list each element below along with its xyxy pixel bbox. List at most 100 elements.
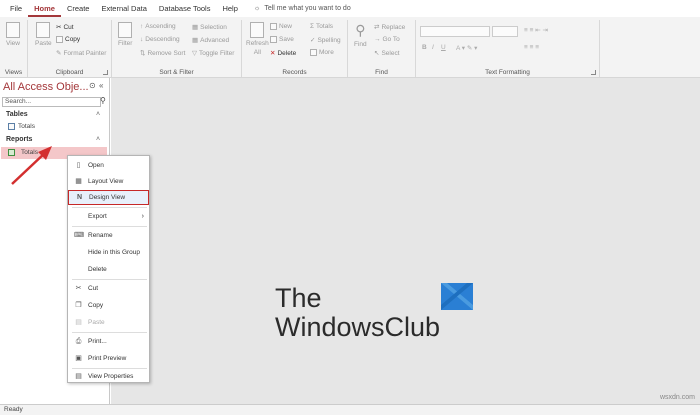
tab-file[interactable]: File — [4, 0, 28, 17]
italic-icon[interactable]: I — [432, 44, 434, 51]
list-bullets-icon[interactable]: ≡ ≡ ⇤ ⇥ — [524, 26, 548, 34]
tab-external-data[interactable]: External Data — [95, 0, 152, 17]
more-button[interactable]: More — [310, 49, 334, 56]
properties-icon: ▤ — [75, 373, 82, 380]
find-group: ⚲ Find ⇄ Replace → Go To ↖ Select Find — [348, 20, 416, 77]
clipboard-launcher-icon[interactable] — [103, 70, 108, 75]
new-record-button[interactable]: New — [270, 23, 292, 30]
sort-ascending-icon: ↑ — [140, 23, 144, 30]
layout-view-icon: ▦ — [75, 178, 82, 185]
totals-button[interactable]: Σ Totals — [310, 23, 333, 30]
cut-button[interactable]: ✂ Cut — [56, 23, 74, 32]
font-name-dropdown[interactable] — [420, 26, 490, 37]
text-formatting-group: ≡ ≡ ⇤ ⇥ B I U A ▾ ✎ ▾ ≡ ≡ ≡ Text Formatt… — [416, 20, 600, 77]
menu-item-paste[interactable]: ▤ Paste — [68, 315, 149, 330]
nav-search-input[interactable]: Search... — [2, 97, 101, 107]
sort-filter-group-label: Sort & Filter — [159, 69, 194, 76]
menu-item-open[interactable]: ▯ Open — [68, 158, 149, 173]
tab-database-tools[interactable]: Database Tools — [153, 0, 217, 17]
table-icon — [8, 123, 15, 130]
search-icon[interactable]: ⚲ — [100, 96, 106, 105]
tell-me-box[interactable]: ☼ Tell me what you want to do — [254, 5, 351, 12]
chevron-right-icon: › — [141, 213, 144, 220]
paste-button[interactable]: Paste — [35, 22, 52, 47]
paste-icon — [36, 22, 51, 38]
more-icon — [310, 49, 317, 56]
tab-help[interactable]: Help — [216, 0, 243, 17]
workspace-area — [111, 78, 700, 404]
text-formatting-launcher-icon[interactable] — [591, 70, 596, 75]
chevron-up-icon[interactable]: ˄ — [96, 136, 100, 143]
go-to-button[interactable]: → Go To — [374, 36, 400, 43]
menu-item-print-preview[interactable]: ▣ Print Preview — [68, 351, 149, 366]
menu-item-export[interactable]: Export › — [68, 209, 149, 224]
copy-icon — [56, 36, 63, 43]
save-record-button[interactable]: Save — [270, 36, 294, 43]
save-icon — [270, 36, 277, 43]
status-bar: Ready — [0, 404, 700, 415]
remove-sort-button[interactable]: ⇅ Remove Sort — [140, 49, 185, 58]
select-icon: ↖ — [374, 50, 380, 57]
delete-x-icon: ✕ — [270, 50, 276, 57]
nav-item-tables-totals[interactable]: Totals — [8, 123, 35, 130]
windows-logo-icon — [441, 283, 473, 310]
remove-sort-icon: ⇅ — [140, 50, 146, 57]
align-icons[interactable]: ≡ ≡ ≡ — [524, 44, 539, 51]
spelling-button[interactable]: ✓ Spelling — [310, 36, 341, 45]
export-icon — [74, 212, 83, 221]
red-arrow-icon — [11, 146, 52, 185]
filter-button[interactable]: Filter — [118, 22, 132, 47]
tell-me-text: Tell me what you want to do — [264, 5, 351, 12]
brush-icon: ✎ — [56, 50, 62, 57]
menu-item-delete[interactable]: Delete — [68, 262, 149, 277]
view-button[interactable]: View — [6, 22, 20, 47]
menu-item-rename[interactable]: ⌨ Rename — [68, 228, 149, 243]
go-to-icon: → — [374, 36, 381, 43]
print-preview-icon: ▣ — [75, 355, 82, 362]
menu-separator — [72, 226, 147, 227]
descending-button[interactable]: ↓ Descending — [140, 36, 180, 43]
filter-icon — [118, 22, 133, 38]
menu-item-copy[interactable]: ❐ Copy — [68, 298, 149, 313]
chevron-up-icon[interactable]: ˄ — [96, 111, 100, 118]
nav-collapse-icon[interactable]: « — [99, 81, 103, 90]
selection-button[interactable]: ▦ Selection — [192, 23, 227, 32]
menu-item-layout-view[interactable]: ▦ Layout View — [68, 174, 149, 189]
menu-item-hide-in-group[interactable]: Hide in this Group — [68, 245, 149, 260]
replace-icon: ⇄ — [374, 24, 380, 31]
menu-item-view-properties[interactable]: ▤ View Properties — [68, 369, 149, 384]
format-painter-button[interactable]: ✎ Format Painter — [56, 49, 106, 58]
replace-button[interactable]: ⇄ Replace — [374, 23, 405, 32]
bold-icon[interactable]: B — [422, 44, 427, 51]
ribbon-tabs: File Home Create External Data Database … — [0, 0, 700, 17]
copy-button[interactable]: Copy — [56, 36, 80, 43]
new-record-icon — [270, 23, 277, 30]
magnifier-icon: ⚲ — [355, 22, 366, 38]
menu-item-print[interactable]: ⎙ Print... — [68, 334, 149, 349]
refresh-all-button[interactable]: Refresh All — [246, 22, 269, 56]
find-button[interactable]: ⚲ Find — [354, 22, 367, 48]
font-size-dropdown[interactable] — [492, 26, 518, 37]
nav-pane-title[interactable]: All Access Obje... — [3, 81, 89, 93]
copy-icon: ❐ — [75, 302, 82, 309]
underline-icon[interactable]: U — [441, 44, 446, 51]
nav-section-tables[interactable]: Tables — [6, 111, 28, 118]
tab-home[interactable]: Home — [28, 0, 61, 17]
context-menu: ▯ Open ▦ Layout View N Design View Export › … — [67, 155, 150, 383]
find-group-label: Find — [375, 69, 388, 76]
ascending-button[interactable]: ↑ Ascending — [140, 23, 176, 30]
tab-create[interactable]: Create — [61, 0, 96, 17]
advanced-button[interactable]: ▦ Advanced — [192, 36, 229, 45]
nav-menu-icon[interactable]: ⊙ — [89, 81, 96, 90]
ribbon: View Views Paste ✂ Cut Copy ✎ Format Paint… — [0, 17, 700, 78]
toggle-filter-button[interactable]: ▽ Toggle Filter — [192, 49, 234, 58]
menu-item-cut[interactable]: ✂ Cut — [68, 281, 149, 296]
advanced-icon: ▦ — [192, 37, 199, 44]
font-color-icon[interactable]: A ▾ ✎ ▾ — [456, 44, 477, 52]
delete-record-button[interactable]: ✕ Delete — [270, 49, 296, 58]
logo-line-1: The — [275, 283, 322, 313]
nav-section-reports[interactable]: Reports — [6, 136, 32, 143]
select-button[interactable]: ↖ Select — [374, 49, 400, 58]
menu-separator — [72, 279, 147, 280]
menu-item-design-view[interactable]: N Design View — [68, 190, 149, 205]
